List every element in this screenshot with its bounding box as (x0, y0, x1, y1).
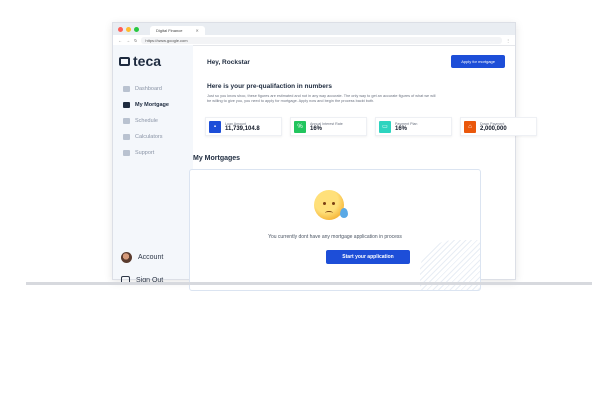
sidebar-item-calculators[interactable]: Calculators (113, 129, 193, 145)
logo[interactable]: teca (119, 53, 161, 69)
tab-bar: Digital Finance ✕ (113, 23, 515, 35)
main-content: Hey, Rockstar Apply for mortgage Here is… (189, 45, 537, 291)
calendar-icon (123, 118, 130, 124)
mortgages-panel: You currently dont have any mortgage app… (189, 169, 481, 291)
minimize-window-dot[interactable] (126, 26, 131, 32)
close-window-dot[interactable] (118, 26, 123, 32)
sidebar-item-label: Support (135, 150, 155, 156)
stat-card-interest-rate: % Annual Interest Rate 16% (290, 117, 367, 136)
grid-icon (123, 86, 130, 92)
stat-label: Annual Interest Rate (310, 121, 343, 126)
back-icon[interactable]: ← (118, 38, 122, 43)
prequal-description: Just so you know shoo, these figures are… (207, 94, 436, 103)
mouth (325, 211, 333, 215)
prequal-title: Here is your pre-qualifaction in numbers (207, 83, 332, 90)
url-input[interactable]: https://www.google.com (141, 36, 502, 44)
stat-card-loan-amount: ▪ Loan Amount 11,739,104.8 (205, 117, 282, 136)
sidebar-item-support[interactable]: Support (113, 145, 193, 161)
house-icon (123, 102, 130, 108)
stats-row: ▪ Loan Amount 11,739,104.8 % Annual Inte… (205, 117, 537, 136)
account-link[interactable]: Account (121, 252, 163, 263)
calculator-icon (123, 134, 130, 140)
tear-drop-icon (340, 208, 348, 218)
brand-name: teca (133, 53, 162, 69)
reload-icon[interactable]: ↻ (134, 38, 137, 43)
sidebar-item-label: My Mortgage (135, 102, 169, 108)
sidebar-item-label: Dashboard (135, 86, 162, 92)
mortgages-title: My Mortgages (193, 155, 241, 162)
sidebar-item-schedule[interactable]: Schedule (113, 113, 193, 129)
users-icon: ▪ (209, 120, 221, 133)
close-tab-icon[interactable]: ✕ (195, 26, 198, 35)
home-icon: ⌂ (464, 120, 476, 133)
stage: Digital Finance ✕ ← → ↻ https://www.goog… (0, 0, 616, 405)
stat-label: Down Payment (480, 121, 505, 126)
shadow-base (26, 282, 592, 285)
forward-icon[interactable]: → (126, 38, 130, 43)
sidebar-item-label: Schedule (135, 118, 158, 124)
eye (323, 202, 326, 205)
stat-value: 2,000,000 (480, 125, 507, 132)
start-application-button[interactable]: Start your application (326, 250, 410, 264)
logo-icon (119, 56, 130, 66)
account-label: Account (138, 254, 164, 261)
sad-face-icon (314, 190, 348, 220)
maximize-window-dot[interactable] (134, 26, 139, 32)
eye (332, 202, 335, 205)
empty-state-text: You currently dont have any mortgage app… (268, 234, 402, 240)
tab-title: Digital Finance (156, 28, 183, 33)
sidebar-item-my-mortgage[interactable]: My Mortgage (113, 97, 193, 113)
support-icon (123, 150, 130, 156)
sidebar: teca Dashboard My Mortgage Schedule Calc… (113, 45, 193, 285)
sidebar-nav: Dashboard My Mortgage Schedule Calculato… (113, 81, 193, 161)
menu-icon[interactable]: ⋮ (506, 38, 510, 43)
stat-value: 11,739,104.8 (225, 125, 260, 132)
avatar (121, 252, 132, 263)
stat-value: 16% (310, 125, 323, 132)
browser-tab[interactable]: Digital Finance ✕ (150, 26, 205, 35)
wallet-icon: ▭ (379, 120, 391, 133)
browser-window: Digital Finance ✕ ← → ↻ https://www.goog… (112, 22, 537, 291)
sidebar-item-dashboard[interactable]: Dashboard (113, 81, 193, 97)
apply-for-mortgage-button[interactable]: Apply for mortgage (451, 55, 505, 68)
percent-icon: % (294, 120, 306, 133)
stat-label: Payment Plan (395, 121, 418, 126)
sidebar-item-label: Calculators (135, 134, 163, 140)
stat-value: 16% (395, 125, 408, 132)
stat-card-down-payment: ⌂ Down Payment 2,000,000 (460, 117, 537, 136)
page-title: Hey, Rockstar (207, 59, 250, 66)
stat-card-payment-plan: ▭ Payment Plan 16% (375, 117, 452, 136)
